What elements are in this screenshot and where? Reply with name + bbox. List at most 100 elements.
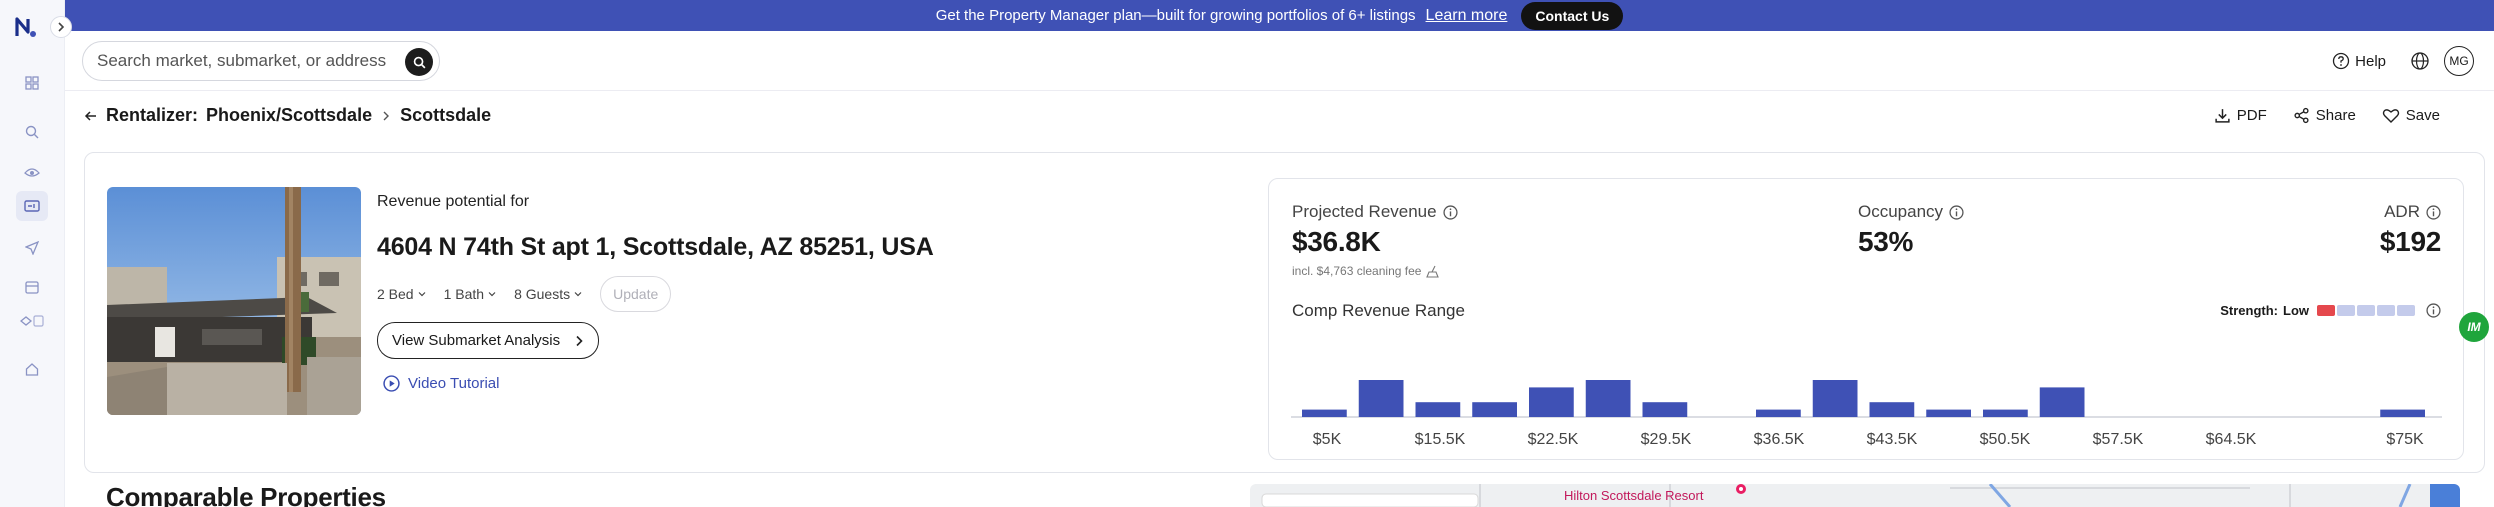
histogram-bar[interactable] — [1983, 409, 2028, 417]
info-icon[interactable] — [2426, 204, 2441, 220]
pdf-button[interactable]: PDF — [2214, 107, 2267, 124]
histogram-tick-label: $5K — [1313, 431, 1342, 448]
bathrooms-select[interactable]: 1 Bath — [444, 286, 496, 302]
search-button[interactable] — [405, 48, 433, 76]
comp-revenue-range-title: Comp Revenue Range — [1292, 301, 1465, 320]
histogram-bar[interactable] — [1812, 380, 1858, 417]
nav-dashboard[interactable] — [16, 68, 48, 98]
histogram-tick-label: $43.5K — [1867, 431, 1918, 448]
nav-layers[interactable] — [16, 306, 48, 336]
nav-home[interactable] — [16, 354, 48, 384]
heart-icon — [2382, 109, 2399, 123]
adr-label: ADR — [2384, 202, 2420, 221]
save-button[interactable]: Save — [2382, 107, 2440, 124]
search-box — [82, 41, 440, 81]
histogram-bar[interactable] — [1302, 409, 1347, 417]
nav-rentalizer[interactable] — [16, 191, 48, 221]
nav-search[interactable] — [16, 117, 48, 147]
adr-label-row: ADR — [2380, 202, 2441, 222]
top-bar: Help MG — [65, 31, 2494, 91]
save-label: Save — [2405, 107, 2440, 124]
eye-icon — [24, 168, 40, 177]
breadcrumb-root: Rentalizer: — [106, 105, 199, 125]
view-submarket-analysis-button[interactable]: View Submarket Analysis — [377, 322, 600, 359]
floating-assistant-button[interactable]: IM — [2459, 312, 2489, 342]
back-arrow-icon[interactable] — [84, 109, 98, 123]
histogram-bar[interactable] — [2039, 387, 2085, 417]
strength-bar-segment — [2357, 305, 2375, 316]
page-actions: PDF Share Save — [2214, 107, 2440, 124]
chevron-down-icon — [418, 292, 426, 297]
info-icon[interactable] — [2426, 303, 2441, 318]
share-icon — [2294, 107, 2309, 124]
nav-market[interactable] — [16, 157, 48, 187]
chevron-right-icon — [576, 335, 583, 346]
nav-calendar[interactable] — [16, 272, 48, 302]
comparable-properties-title: Comparable Properties — [106, 482, 386, 507]
search-input[interactable] — [97, 51, 387, 71]
histogram-tick-label: $64.5K — [2206, 431, 2257, 448]
histogram-bar[interactable] — [2380, 409, 2425, 417]
breadcrumb-market[interactable]: Phoenix/Scottsdale — [206, 105, 372, 126]
chevron-right-icon — [58, 22, 65, 32]
help-button[interactable]: Help — [2332, 52, 2386, 70]
update-button[interactable]: Update — [600, 276, 672, 312]
brand-logo[interactable] — [14, 14, 38, 40]
histogram-bar[interactable] — [1358, 380, 1404, 417]
broom-icon[interactable] — [1426, 265, 1441, 278]
comparables-map[interactable]: Hilton Scottsdale Resort — [1250, 484, 2460, 507]
strength-indicator: Strength: Low — [2220, 303, 2441, 318]
projected-revenue-metric: Projected Revenue $36.8K incl. $4,763 cl… — [1292, 202, 1458, 278]
bedrooms-value: 2 Bed — [377, 286, 414, 302]
breadcrumb: Rentalizer: Phoenix/Scottsdale Scottsdal… — [84, 105, 491, 126]
globe-icon[interactable] — [2410, 51, 2430, 71]
contact-us-button[interactable]: Contact Us — [1521, 1, 1624, 30]
histogram-bar[interactable] — [1642, 402, 1688, 417]
info-icon[interactable] — [1443, 204, 1458, 220]
info-icon[interactable] — [1949, 204, 1964, 220]
video-tutorial-label: Video Tutorial — [408, 375, 500, 392]
histogram-bar[interactable] — [1926, 409, 1971, 417]
strength-bar-segment — [2337, 305, 2355, 316]
map-background — [1261, 484, 2460, 507]
promo-banner: Get the Property Manager plan—built for … — [65, 0, 2494, 31]
histogram-bar[interactable] — [1529, 387, 1574, 417]
help-label: Help — [2355, 52, 2386, 70]
pdf-label: PDF — [2236, 107, 2267, 124]
histogram-tick-label: $36.5K — [1754, 431, 1805, 448]
histogram-bar[interactable] — [1472, 402, 1517, 417]
bedrooms-select[interactable]: 2 Bed — [377, 286, 426, 302]
chevron-down-icon — [574, 292, 582, 297]
property-address: 4604 N 74th St apt 1, Scottsdale, AZ 852… — [377, 233, 934, 261]
breadcrumb-submarket[interactable]: Scottsdale — [400, 105, 491, 126]
guests-value: 8 Guests — [514, 286, 571, 302]
share-button[interactable]: Share — [2293, 107, 2356, 124]
expand-sidebar-button[interactable] — [50, 16, 72, 38]
user-avatar[interactable]: MG — [2444, 46, 2474, 76]
histogram-bar[interactable] — [1585, 380, 1631, 417]
revenue-potential-label: Revenue potential for — [377, 193, 530, 210]
occupancy-label: Occupancy — [1858, 202, 1944, 221]
strength-bar-segment — [2317, 305, 2335, 316]
strength-bar-segment — [2377, 305, 2395, 316]
chevron-down-icon — [488, 292, 496, 297]
guests-select[interactable]: 8 Guests — [514, 286, 582, 302]
projected-revenue-label-row: Projected Revenue — [1292, 202, 1458, 222]
histogram-bar[interactable] — [1756, 409, 1801, 417]
top-right-actions: Help MG — [2332, 46, 2474, 76]
map-pin-icon[interactable] — [1734, 484, 1748, 498]
layers-icon — [20, 315, 44, 327]
histogram-tick-label: $75K — [2386, 431, 2424, 448]
histogram-tick-label: $22.5K — [1528, 431, 1579, 448]
learn-more-link[interactable]: Learn more — [1426, 7, 1508, 25]
histogram-tick-label: $50.5K — [1980, 431, 2031, 448]
nav-send[interactable] — [16, 233, 48, 263]
occupancy-label-row: Occupancy — [1858, 202, 1964, 222]
property-photo[interactable] — [107, 187, 361, 415]
histogram-bar[interactable] — [1415, 402, 1461, 417]
video-tutorial-link[interactable]: Video Tutorial — [383, 375, 934, 392]
histogram-bar[interactable] — [1869, 402, 1915, 417]
strength-bars — [2317, 305, 2415, 316]
share-label: Share — [2315, 107, 2356, 124]
property-card: Revenue potential for 4604 N 74th St apt… — [84, 152, 2485, 473]
